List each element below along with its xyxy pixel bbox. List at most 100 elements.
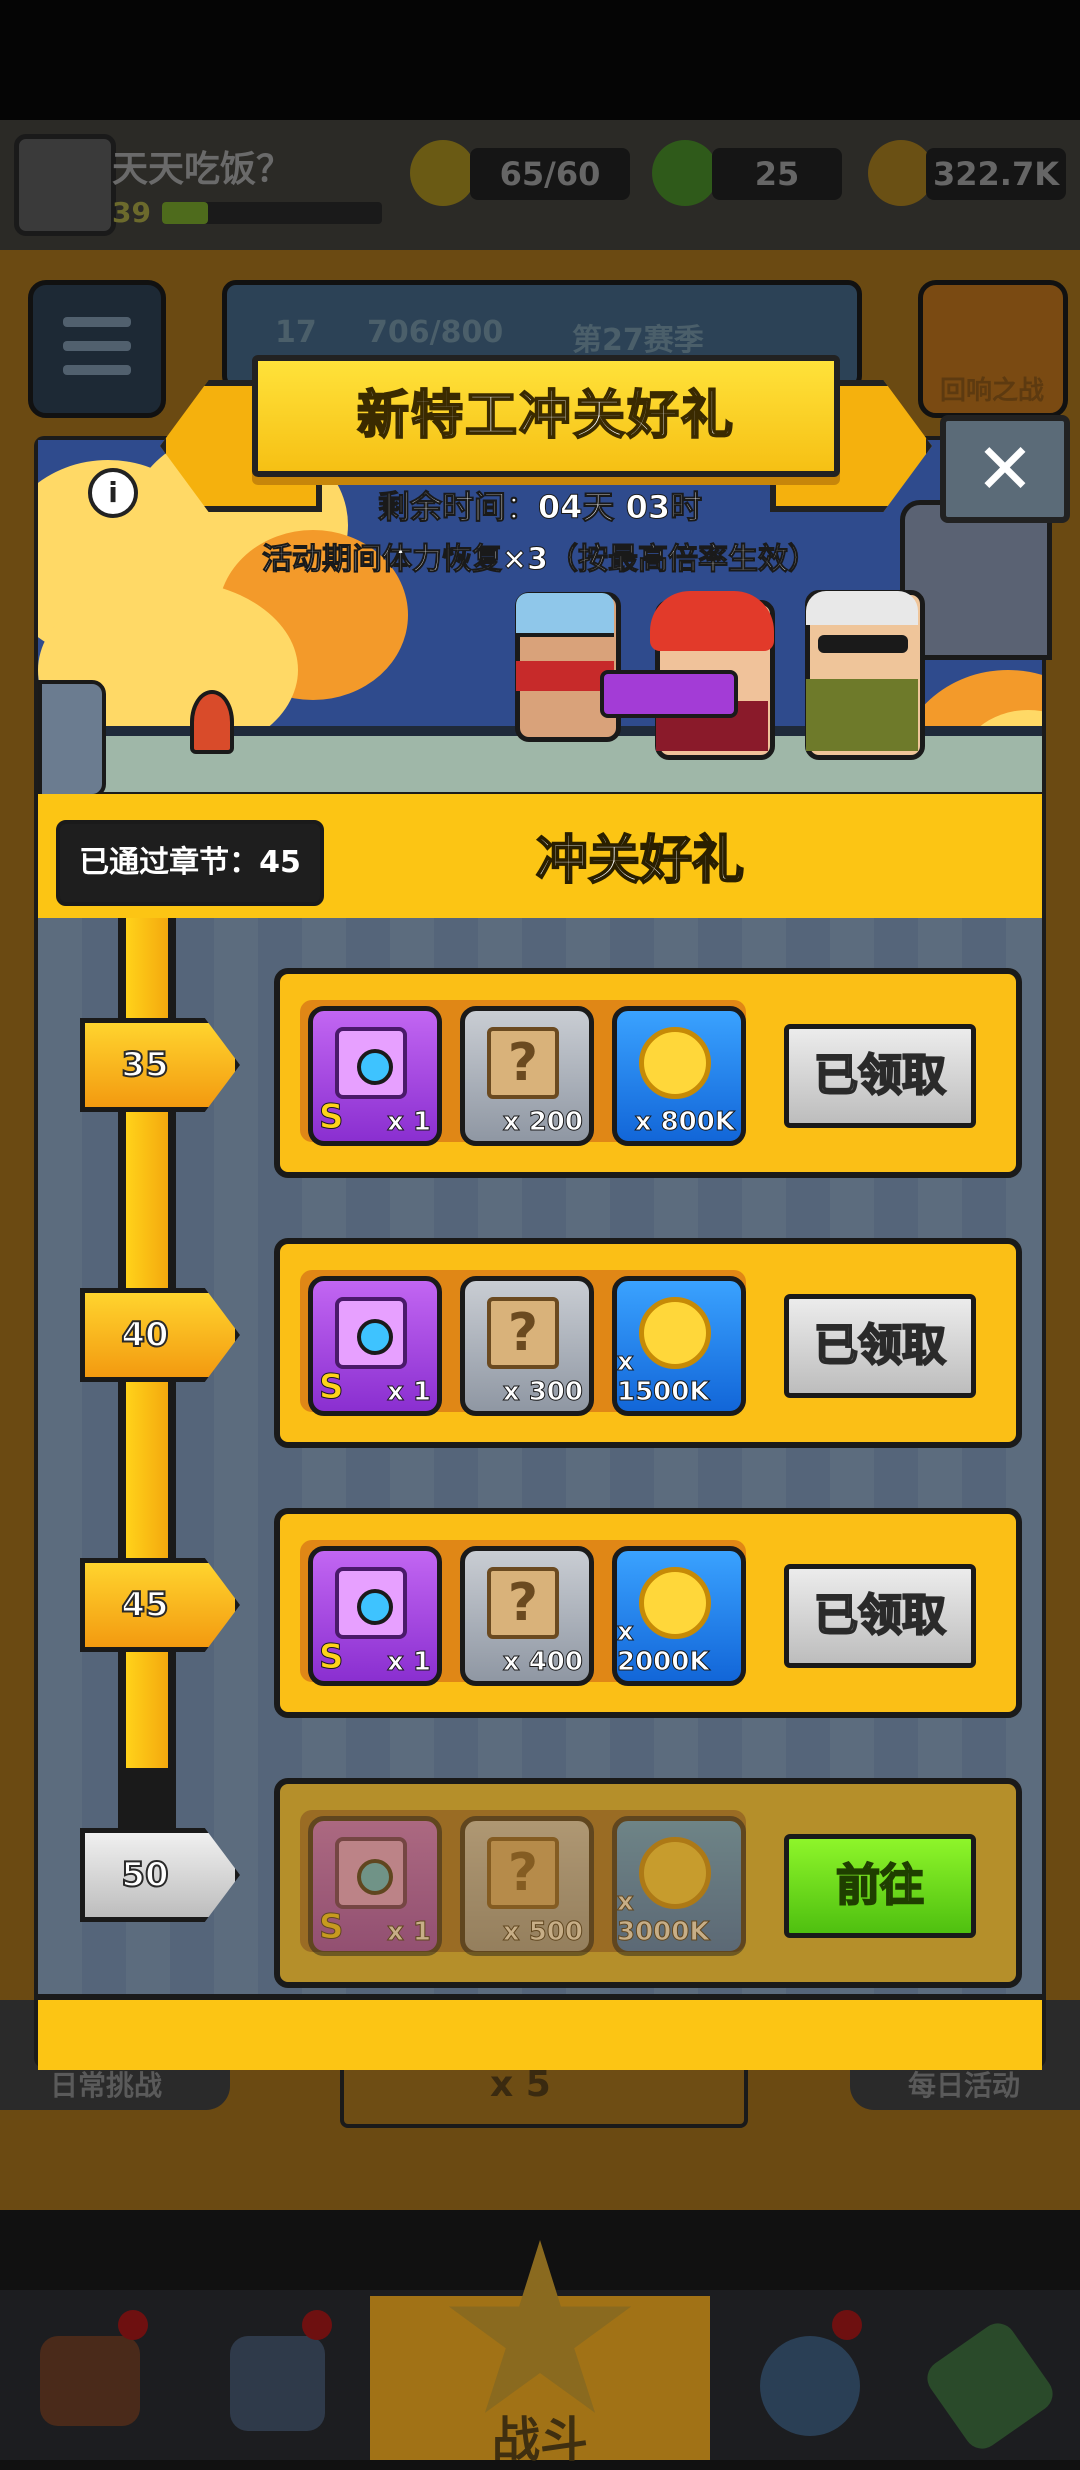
claimed-button[interactable]: 已领取 xyxy=(784,1294,976,1398)
grade-label: S xyxy=(319,1097,344,1138)
level-tag-label: 50 xyxy=(120,1854,169,1896)
reward-qty: x 1500K xyxy=(617,1347,711,1408)
chest-icon xyxy=(335,1297,407,1369)
reward-item-chest[interactable]: S x 1 xyxy=(308,1546,442,1686)
menu-button[interactable] xyxy=(28,280,166,418)
energy-value[interactable]: 65/60 xyxy=(470,148,630,200)
reward-qty: x 500 xyxy=(502,1917,583,1948)
reward-row-45: S x 1 ? x 400 x 2000K 已领取 xyxy=(274,1508,1022,1718)
level-tag-label: 40 xyxy=(120,1314,169,1356)
equipment-icon xyxy=(920,2316,1060,2456)
mystery-scroll-icon: ? xyxy=(487,1837,559,1909)
section-title: 冲关好礼 xyxy=(535,830,745,892)
reward-item-coins[interactable]: x 2000K xyxy=(612,1546,746,1686)
claimed-label: 已领取 xyxy=(813,1049,947,1102)
modal-title-ribbon: 新特工冲关好礼 xyxy=(252,355,840,477)
chest-icon xyxy=(335,1567,407,1639)
claimed-label: 已领取 xyxy=(813,1589,947,1642)
chapters-passed-text: 已通过章节：45 xyxy=(79,845,301,880)
go-label: 前往 xyxy=(835,1859,925,1912)
reward-item-chest[interactable]: S x 1 xyxy=(308,1816,442,1956)
turret xyxy=(38,680,106,798)
top-status-bar xyxy=(0,0,1080,120)
modal-footer xyxy=(38,1994,1042,2070)
chest-icon xyxy=(335,1027,407,1099)
season-progress: 706/800 xyxy=(367,315,504,350)
energy-icon xyxy=(410,140,476,206)
coin-icon xyxy=(868,140,934,206)
reward-item-scroll[interactable]: ? x 500 xyxy=(460,1816,594,1956)
close-icon: ✕ xyxy=(975,428,1035,510)
shop-icon xyxy=(40,2336,140,2426)
reward-item-coins[interactable]: x 800K xyxy=(612,1006,746,1146)
shield-icon xyxy=(230,2336,325,2431)
mystery-scroll-icon: ? xyxy=(487,1297,559,1369)
daily-event-label: 每日活动 xyxy=(908,2069,1021,2102)
rewards-well: S x 1 ? x 200 x 800K xyxy=(300,1000,746,1146)
player-avatar[interactable] xyxy=(14,134,116,236)
reward-row-35: S x 1 ? x 200 x 800K 已领取 xyxy=(274,968,1022,1178)
notification-badge xyxy=(832,2310,862,2340)
claimed-label: 已领取 xyxy=(813,1319,947,1372)
nav-tab-equipment[interactable] xyxy=(900,2296,1080,2460)
reward-qty: x 1 xyxy=(387,1917,432,1948)
reward-row-40: S x 1 ? x 300 x 1500K 已领取 xyxy=(274,1238,1022,1448)
reward-qty: x 300 xyxy=(502,1377,583,1408)
agent-goggles xyxy=(515,592,621,742)
mystery-scroll-icon: ? xyxy=(487,1027,559,1099)
level-tag-label: 45 xyxy=(120,1584,169,1626)
coin-value[interactable]: 322.7K xyxy=(926,148,1066,200)
modal-title: 新特工冲关好礼 xyxy=(356,385,735,447)
stamina-cost: x 5 xyxy=(490,2064,551,2105)
reward-item-scroll[interactable]: ? x 400 xyxy=(460,1546,594,1686)
gold-coin-icon xyxy=(639,1027,711,1099)
grade-label: S xyxy=(319,1907,344,1948)
nav-tab-shop[interactable] xyxy=(0,2296,180,2460)
reward-item-coins[interactable]: x 3000K xyxy=(612,1816,746,1956)
reward-qty: x 800K xyxy=(634,1107,735,1138)
reward-qty: x 2000K xyxy=(617,1617,711,1678)
rewards-well: S x 1 ? x 400 x 2000K xyxy=(300,1540,746,1686)
close-button[interactable]: ✕ xyxy=(940,415,1070,523)
reward-item-coins[interactable]: x 1500K xyxy=(612,1276,746,1416)
reward-item-chest[interactable]: S x 1 xyxy=(308,1276,442,1416)
nav-tab-events[interactable] xyxy=(720,2296,890,2460)
agent-sunglasses xyxy=(805,590,925,760)
notification-badge xyxy=(302,2310,332,2340)
grade-label: S xyxy=(319,1367,344,1408)
rewards-well: S x 1 ? x 500 x 3000K xyxy=(300,1810,746,1956)
player-name: 天天吃饭？ xyxy=(112,149,293,190)
chapters-passed-badge: 已通过章节：45 xyxy=(56,820,324,906)
reward-item-scroll[interactable]: ? x 200 xyxy=(460,1006,594,1146)
season-level: 17 xyxy=(275,315,317,350)
reward-item-scroll[interactable]: ? x 300 xyxy=(460,1276,594,1416)
grade-label: S xyxy=(319,1637,344,1678)
reward-qty: x 1 xyxy=(387,1377,432,1408)
season-label: 第27赛季 xyxy=(572,323,704,358)
gem-value[interactable]: 25 xyxy=(712,148,842,200)
nav-tab-agents[interactable] xyxy=(190,2296,360,2460)
player-level: 39 xyxy=(112,196,151,229)
echo-battle-label: 回响之战 xyxy=(939,376,1044,406)
mortar-icon xyxy=(190,690,234,754)
reward-qty: x 1 xyxy=(387,1107,432,1138)
xp-bar xyxy=(162,202,382,224)
gem-icon xyxy=(652,140,718,206)
claimed-button[interactable]: 已领取 xyxy=(784,1564,976,1668)
reward-qty: x 200 xyxy=(502,1107,583,1138)
mystery-scroll-icon: ? xyxy=(487,1567,559,1639)
reward-qty: x 1 xyxy=(387,1647,432,1678)
reward-qty: x 3000K xyxy=(617,1887,711,1948)
level-tag-label: 35 xyxy=(120,1044,169,1086)
chest-icon xyxy=(335,1837,407,1909)
reward-row-50: S x 1 ? x 500 x 3000K 前往 xyxy=(274,1778,1022,1988)
event-note: 活动期间体力恢复×3（按最高倍率生效） xyxy=(261,542,818,578)
daily-challenge-label: 日常挑战 xyxy=(50,2069,163,2102)
stars-icon xyxy=(760,2336,860,2436)
claimed-button[interactable]: 已领取 xyxy=(784,1024,976,1128)
rewards-well: S x 1 ? x 300 x 1500K xyxy=(300,1270,746,1416)
blaster-weapon xyxy=(600,670,738,718)
reward-item-chest[interactable]: S x 1 xyxy=(308,1006,442,1146)
notification-badge xyxy=(118,2310,148,2340)
go-button[interactable]: 前往 xyxy=(784,1834,976,1938)
